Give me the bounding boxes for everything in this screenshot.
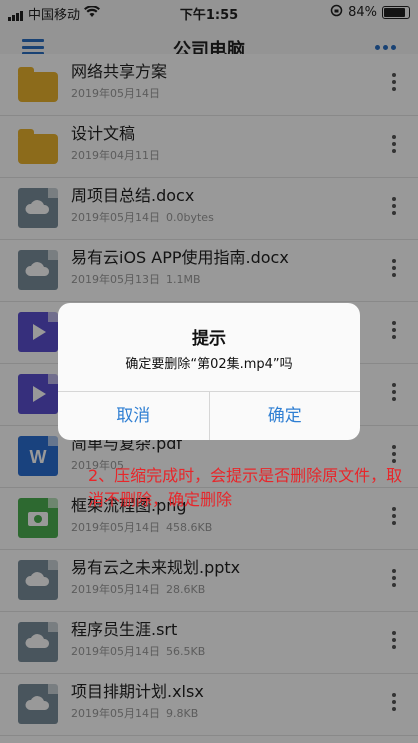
- dialog-title: 提示: [192, 329, 226, 349]
- dialog-message: 确定要删除“第02集.mp4”吗: [125, 357, 293, 372]
- cancel-button[interactable]: 取消: [58, 392, 210, 440]
- annotation-text: 2、压缩完成时，会提示是否删除原文件，取消不删除，确定删除: [88, 466, 403, 509]
- delete-confirm-dialog: 提示 确定要删除“第02集.mp4”吗 取消 确定: [58, 303, 360, 440]
- confirm-button[interactable]: 确定: [210, 392, 361, 440]
